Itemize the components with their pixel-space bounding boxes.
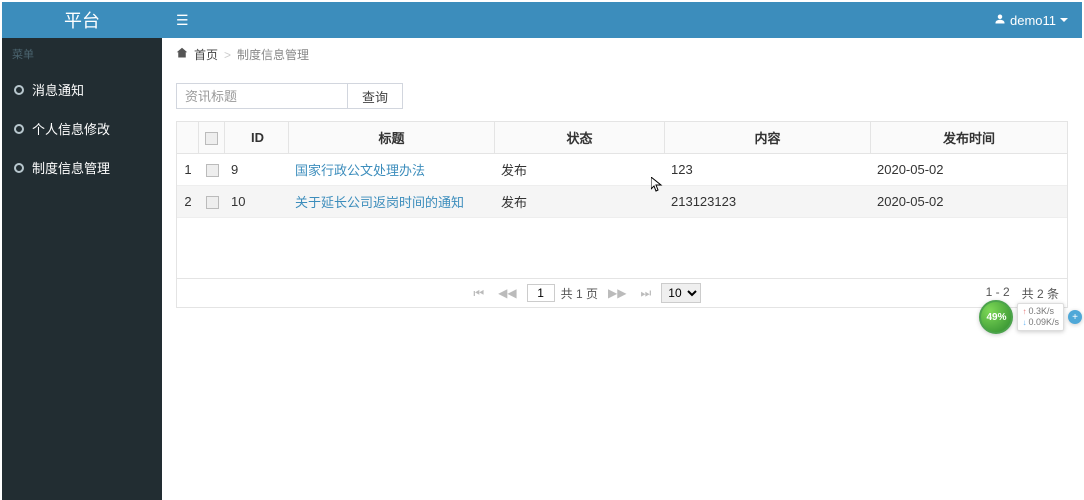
table-row[interactable]: 1 9 国家行政公文处理办法 发布 123 2020-05-02 <box>177 154 1067 186</box>
sidebar-item-label: 制度信息管理 <box>32 158 110 177</box>
th-date[interactable]: 发布时间 <box>871 122 1067 154</box>
sidebar-item-policy[interactable]: 制度信息管理 <box>2 148 162 187</box>
net-speed-box: ↑0.3K/s ↓0.09K/s <box>1017 303 1064 331</box>
cell-content: 213123123 <box>665 186 871 218</box>
th-index <box>177 122 199 154</box>
table-row[interactable]: 2 10 关于延长公司返岗时间的通知 发布 213123123 2020-05-… <box>177 186 1067 218</box>
user-menu[interactable]: demo11 <box>980 13 1082 28</box>
title-link[interactable]: 关于延长公司返岗时间的通知 <box>295 195 464 210</box>
user-name: demo11 <box>1010 13 1056 28</box>
cell-checkbox <box>199 154 225 186</box>
pager-first-button[interactable]: ⏮ <box>469 284 488 303</box>
pager-right: 1 - 2 共 2 条 <box>986 285 1059 302</box>
cell-date: 2020-05-02 <box>871 186 1067 218</box>
pager-total-pages: 共 1 页 <box>561 285 598 302</box>
pager-next-button[interactable]: ▶▶ <box>604 284 630 302</box>
sidebar: 菜单 消息通知 个人信息修改 制度信息管理 <box>2 38 162 500</box>
net-add-button[interactable]: + <box>1068 310 1082 324</box>
pager-range: 1 - 2 <box>986 285 1010 302</box>
breadcrumb-home-link[interactable]: 首页 <box>194 46 218 63</box>
title-link[interactable]: 国家行政公文处理办法 <box>295 163 425 178</box>
th-id[interactable]: ID <box>225 122 289 154</box>
th-status[interactable]: 状态 <box>495 122 665 154</box>
cell-index: 2 <box>177 186 199 218</box>
data-table: ID 标题 状态 内容 发布时间 1 9 国家行政公文处理办法 发布 123 2… <box>176 121 1068 279</box>
brand-title: 平台 <box>2 7 162 33</box>
user-icon <box>994 13 1006 28</box>
pager-size-select[interactable]: 10 <box>661 283 701 303</box>
cell-title: 国家行政公文处理办法 <box>289 154 495 186</box>
topbar: 平台 ☰ demo11 <box>2 2 1082 38</box>
search-row: 查询 <box>162 71 1082 121</box>
net-down: 0.09K/s <box>1028 317 1059 328</box>
arrow-up-icon: ↑ <box>1022 306 1026 317</box>
table-header-row: ID 标题 状态 内容 发布时间 <box>177 122 1067 154</box>
sidebar-item-notifications[interactable]: 消息通知 <box>2 70 162 109</box>
cell-status: 发布 <box>495 154 665 186</box>
cell-checkbox <box>199 186 225 218</box>
th-checkbox <box>199 122 225 154</box>
content: 首页 > 制度信息管理 查询 ID 标题 状态 内容 发布时间 1 <box>162 38 1082 500</box>
cell-date: 2020-05-02 <box>871 154 1067 186</box>
search-input[interactable] <box>176 83 348 109</box>
pager: ⏮ ◀◀ 共 1 页 ▶▶ ⏭ 10 1 - 2 共 2 条 <box>176 279 1068 308</box>
row-checkbox[interactable] <box>206 164 219 177</box>
pager-prev-button[interactable]: ◀◀ <box>494 284 520 302</box>
sidebar-toggle-button[interactable]: ☰ <box>162 12 203 29</box>
pager-page-input[interactable] <box>527 284 555 302</box>
pager-last-button[interactable]: ⏭ <box>636 284 655 303</box>
cell-index: 1 <box>177 154 199 186</box>
th-title[interactable]: 标题 <box>289 122 495 154</box>
cell-id: 9 <box>225 154 289 186</box>
hamburger-icon: ☰ <box>176 12 189 28</box>
arrow-down-icon: ↓ <box>1022 317 1026 328</box>
circle-icon <box>14 163 24 173</box>
network-monitor-widget[interactable]: 49% ↑0.3K/s ↓0.09K/s + <box>979 300 1082 334</box>
table-row-empty <box>177 218 1067 278</box>
circle-icon <box>14 85 24 95</box>
home-icon <box>176 47 188 62</box>
cell-status: 发布 <box>495 186 665 218</box>
circle-icon <box>14 124 24 134</box>
sidebar-header: 菜单 <box>2 38 162 70</box>
breadcrumb-current: 制度信息管理 <box>237 46 309 63</box>
net-usage-circle: 49% <box>979 300 1013 334</box>
breadcrumb: 首页 > 制度信息管理 <box>162 38 1082 71</box>
cell-content: 123 <box>665 154 871 186</box>
grid-wrap: ID 标题 状态 内容 发布时间 1 9 国家行政公文处理办法 发布 123 2… <box>162 121 1082 279</box>
search-button[interactable]: 查询 <box>348 83 403 109</box>
sidebar-item-profile[interactable]: 个人信息修改 <box>2 109 162 148</box>
th-content[interactable]: 内容 <box>665 122 871 154</box>
pager-total: 共 2 条 <box>1022 285 1059 302</box>
caret-down-icon <box>1060 18 1068 22</box>
cell-id: 10 <box>225 186 289 218</box>
pager-center: ⏮ ◀◀ 共 1 页 ▶▶ ⏭ 10 <box>185 283 986 303</box>
sidebar-item-label: 个人信息修改 <box>32 119 110 138</box>
cell-title: 关于延长公司返岗时间的通知 <box>289 186 495 218</box>
net-up: 0.3K/s <box>1028 306 1054 317</box>
header-checkbox[interactable] <box>205 132 218 145</box>
row-checkbox[interactable] <box>206 196 219 209</box>
breadcrumb-sep: > <box>224 48 231 62</box>
sidebar-item-label: 消息通知 <box>32 80 84 99</box>
